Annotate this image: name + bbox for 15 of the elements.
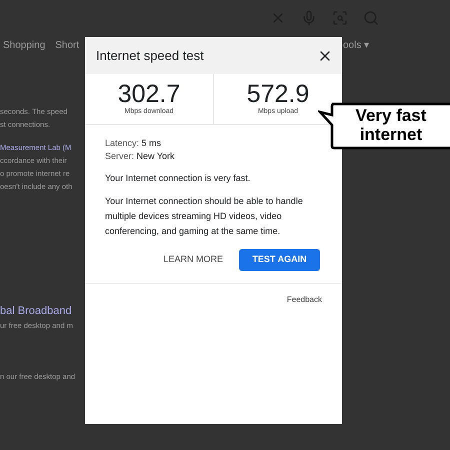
- learn-more-button[interactable]: LEARN MORE: [163, 249, 223, 271]
- latency-text: Latency: 5 ms: [105, 137, 162, 150]
- speed-value: 302.7: [118, 80, 180, 107]
- test-again-button[interactable]: TEST AGAIN: [239, 249, 320, 271]
- server-text: Server: New York: [105, 150, 176, 163]
- summary-text: Your Internet connection is very fast.: [105, 172, 252, 185]
- callout-text: Very fast internet: [354, 106, 428, 144]
- dialog-title: Internet speed test: [96, 46, 204, 65]
- result-title[interactable]: bal Broadband: [0, 303, 85, 320]
- detail-text: Your Internet connection should be able to handle multiple devices streaming HD videos, video conferencing, and gaming at the same time.: [105, 195, 304, 238]
- speed-value: 572.9: [246, 80, 310, 107]
- search-tab[interactable]: Short: [55, 38, 80, 52]
- tools-menu[interactable]: ools ▾: [343, 38, 370, 52]
- search-tab[interactable]: Shopping: [3, 38, 46, 52]
- feedback-link[interactable]: Feedback: [286, 294, 322, 306]
